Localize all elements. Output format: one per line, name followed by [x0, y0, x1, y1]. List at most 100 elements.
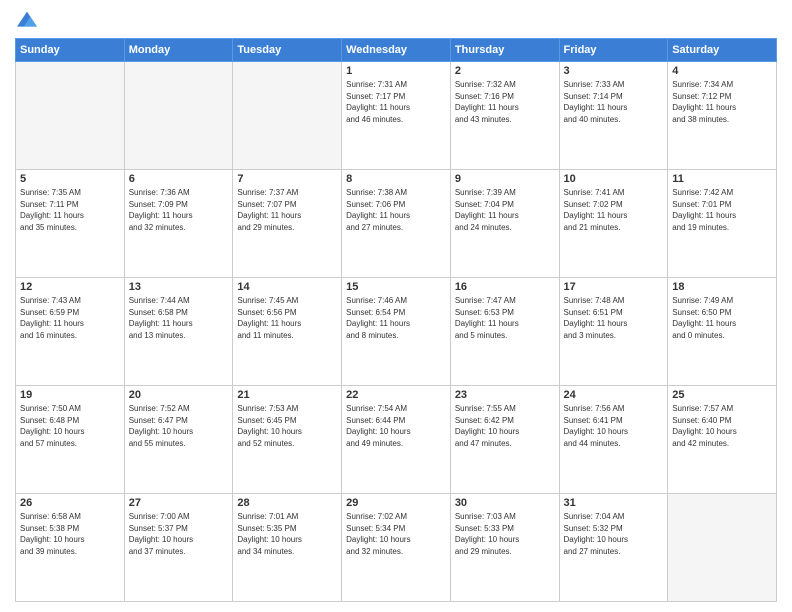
- day-number: 19: [20, 389, 120, 401]
- calendar-day-cell: 31 Sunrise: 7:04 AM Sunset: 5:32 PM Dayli…: [559, 494, 668, 602]
- weekday-header: Saturday: [668, 39, 777, 62]
- day-info: Sunrise: 7:43 AM Sunset: 6:59 PM Dayligh…: [20, 295, 120, 341]
- calendar-week-row: 19 Sunrise: 7:50 AM Sunset: 6:48 PM Dayli…: [16, 386, 777, 494]
- day-number: 29: [346, 497, 446, 509]
- weekday-header: Wednesday: [342, 39, 451, 62]
- day-number: 22: [346, 389, 446, 401]
- day-info: Sunrise: 7:53 AM Sunset: 6:45 PM Dayligh…: [237, 403, 337, 449]
- calendar-day-cell: [124, 62, 233, 170]
- day-info: Sunrise: 7:32 AM Sunset: 7:16 PM Dayligh…: [455, 79, 555, 125]
- header: [15, 10, 777, 30]
- day-info: Sunrise: 7:55 AM Sunset: 6:42 PM Dayligh…: [455, 403, 555, 449]
- calendar-day-cell: 1 Sunrise: 7:31 AM Sunset: 7:17 PM Daylig…: [342, 62, 451, 170]
- day-number: 25: [672, 389, 772, 401]
- day-info: Sunrise: 7:36 AM Sunset: 7:09 PM Dayligh…: [129, 187, 229, 233]
- calendar-day-cell: [233, 62, 342, 170]
- day-number: 21: [237, 389, 337, 401]
- calendar-day-cell: 7Sunrise: 7:37 AM Sunset: 7:07 PM Daylig…: [233, 170, 342, 278]
- calendar-day-cell: 17 Sunrise: 7:48 AM Sunset: 6:51 PM Dayli…: [559, 278, 668, 386]
- logo-icon: [15, 10, 39, 30]
- calendar-day-cell: 26 Sunrise: 6:58 AM Sunset: 5:38 PM Dayli…: [16, 494, 125, 602]
- day-info: Sunrise: 7:37 AM Sunset: 7:07 PM Dayligh…: [237, 187, 337, 233]
- calendar-day-cell: 28 Sunrise: 7:01 AM Sunset: 5:35 PM Dayli…: [233, 494, 342, 602]
- calendar-day-cell: 16 Sunrise: 7:47 AM Sunset: 6:53 PM Dayli…: [450, 278, 559, 386]
- calendar-day-cell: 12 Sunrise: 7:43 AM Sunset: 6:59 PM Dayli…: [16, 278, 125, 386]
- calendar-week-row: 5 Sunrise: 7:35 AM Sunset: 7:11 PM Daylig…: [16, 170, 777, 278]
- calendar-day-cell: 27Sunrise: 7:00 AM Sunset: 5:37 PM Dayli…: [124, 494, 233, 602]
- day-info: Sunrise: 7:48 AM Sunset: 6:51 PM Dayligh…: [564, 295, 664, 341]
- calendar-day-cell: 2 Sunrise: 7:32 AM Sunset: 7:16 PM Daylig…: [450, 62, 559, 170]
- calendar-day-cell: 4 Sunrise: 7:34 AM Sunset: 7:12 PM Daylig…: [668, 62, 777, 170]
- day-info: Sunrise: 7:45 AM Sunset: 6:56 PM Dayligh…: [237, 295, 337, 341]
- weekday-header: Tuesday: [233, 39, 342, 62]
- calendar-day-cell: 29 Sunrise: 7:02 AM Sunset: 5:34 PM Dayli…: [342, 494, 451, 602]
- day-number: 30: [455, 497, 555, 509]
- day-number: 28: [237, 497, 337, 509]
- weekday-header: Sunday: [16, 39, 125, 62]
- calendar: SundayMondayTuesdayWednesdayThursdayFrid…: [15, 38, 777, 602]
- page: SundayMondayTuesdayWednesdayThursdayFrid…: [0, 0, 792, 612]
- calendar-week-row: 12 Sunrise: 7:43 AM Sunset: 6:59 PM Dayli…: [16, 278, 777, 386]
- day-number: 27: [129, 497, 229, 509]
- calendar-day-cell: 23 Sunrise: 7:55 AM Sunset: 6:42 PM Dayli…: [450, 386, 559, 494]
- weekday-header-row: SundayMondayTuesdayWednesdayThursdayFrid…: [16, 39, 777, 62]
- day-number: 1: [346, 65, 446, 77]
- day-info: Sunrise: 7:34 AM Sunset: 7:12 PM Dayligh…: [672, 79, 772, 125]
- calendar-day-cell: 10 Sunrise: 7:41 AM Sunset: 7:02 PM Dayli…: [559, 170, 668, 278]
- day-number: 16: [455, 281, 555, 293]
- day-number: 6: [129, 173, 229, 185]
- calendar-day-cell: 14 Sunrise: 7:45 AM Sunset: 6:56 PM Dayli…: [233, 278, 342, 386]
- calendar-week-row: 1 Sunrise: 7:31 AM Sunset: 7:17 PM Daylig…: [16, 62, 777, 170]
- day-info: Sunrise: 7:42 AM Sunset: 7:01 PM Dayligh…: [672, 187, 772, 233]
- day-info: Sunrise: 7:44 AM Sunset: 6:58 PM Dayligh…: [129, 295, 229, 341]
- calendar-day-cell: 20 Sunrise: 7:52 AM Sunset: 6:47 PM Dayli…: [124, 386, 233, 494]
- day-number: 18: [672, 281, 772, 293]
- day-info: Sunrise: 7:50 AM Sunset: 6:48 PM Dayligh…: [20, 403, 120, 449]
- day-number: 15: [346, 281, 446, 293]
- day-info: Sunrise: 7:56 AM Sunset: 6:41 PM Dayligh…: [564, 403, 664, 449]
- calendar-day-cell: 15 Sunrise: 7:46 AM Sunset: 6:54 PM Dayli…: [342, 278, 451, 386]
- day-info: Sunrise: 7:31 AM Sunset: 7:17 PM Dayligh…: [346, 79, 446, 125]
- day-number: 23: [455, 389, 555, 401]
- day-info: Sunrise: 7:39 AM Sunset: 7:04 PM Dayligh…: [455, 187, 555, 233]
- day-number: 9: [455, 173, 555, 185]
- weekday-header: Friday: [559, 39, 668, 62]
- calendar-day-cell: 13Sunrise: 7:44 AM Sunset: 6:58 PM Dayli…: [124, 278, 233, 386]
- day-info: Sunrise: 7:57 AM Sunset: 6:40 PM Dayligh…: [672, 403, 772, 449]
- day-number: 14: [237, 281, 337, 293]
- day-number: 3: [564, 65, 664, 77]
- calendar-day-cell: 8 Sunrise: 7:38 AM Sunset: 7:06 PM Daylig…: [342, 170, 451, 278]
- day-number: 20: [129, 389, 229, 401]
- calendar-day-cell: 25 Sunrise: 7:57 AM Sunset: 6:40 PM Dayli…: [668, 386, 777, 494]
- day-info: Sunrise: 7:33 AM Sunset: 7:14 PM Dayligh…: [564, 79, 664, 125]
- day-info: Sunrise: 7:04 AM Sunset: 5:32 PM Dayligh…: [564, 511, 664, 557]
- day-number: 10: [564, 173, 664, 185]
- calendar-day-cell: 5 Sunrise: 7:35 AM Sunset: 7:11 PM Daylig…: [16, 170, 125, 278]
- day-number: 8: [346, 173, 446, 185]
- calendar-day-cell: 22Sunrise: 7:54 AM Sunset: 6:44 PM Dayli…: [342, 386, 451, 494]
- day-number: 4: [672, 65, 772, 77]
- day-info: Sunrise: 7:47 AM Sunset: 6:53 PM Dayligh…: [455, 295, 555, 341]
- day-number: 12: [20, 281, 120, 293]
- day-info: Sunrise: 7:52 AM Sunset: 6:47 PM Dayligh…: [129, 403, 229, 449]
- day-info: Sunrise: 7:03 AM Sunset: 5:33 PM Dayligh…: [455, 511, 555, 557]
- day-number: 26: [20, 497, 120, 509]
- calendar-day-cell: 24 Sunrise: 7:56 AM Sunset: 6:41 PM Dayli…: [559, 386, 668, 494]
- day-info: Sunrise: 7:41 AM Sunset: 7:02 PM Dayligh…: [564, 187, 664, 233]
- calendar-day-cell: 21 Sunrise: 7:53 AM Sunset: 6:45 PM Dayli…: [233, 386, 342, 494]
- day-info: Sunrise: 7:38 AM Sunset: 7:06 PM Dayligh…: [346, 187, 446, 233]
- day-number: 17: [564, 281, 664, 293]
- calendar-day-cell: 9 Sunrise: 7:39 AM Sunset: 7:04 PM Daylig…: [450, 170, 559, 278]
- day-info: Sunrise: 6:58 AM Sunset: 5:38 PM Dayligh…: [20, 511, 120, 557]
- day-number: 31: [564, 497, 664, 509]
- day-info: Sunrise: 7:02 AM Sunset: 5:34 PM Dayligh…: [346, 511, 446, 557]
- day-info: Sunrise: 7:46 AM Sunset: 6:54 PM Dayligh…: [346, 295, 446, 341]
- day-number: 5: [20, 173, 120, 185]
- day-info: Sunrise: 7:35 AM Sunset: 7:11 PM Dayligh…: [20, 187, 120, 233]
- logo: [15, 10, 43, 30]
- day-info: Sunrise: 7:01 AM Sunset: 5:35 PM Dayligh…: [237, 511, 337, 557]
- calendar-day-cell: [16, 62, 125, 170]
- day-number: 24: [564, 389, 664, 401]
- day-number: 2: [455, 65, 555, 77]
- day-info: Sunrise: 7:49 AM Sunset: 6:50 PM Dayligh…: [672, 295, 772, 341]
